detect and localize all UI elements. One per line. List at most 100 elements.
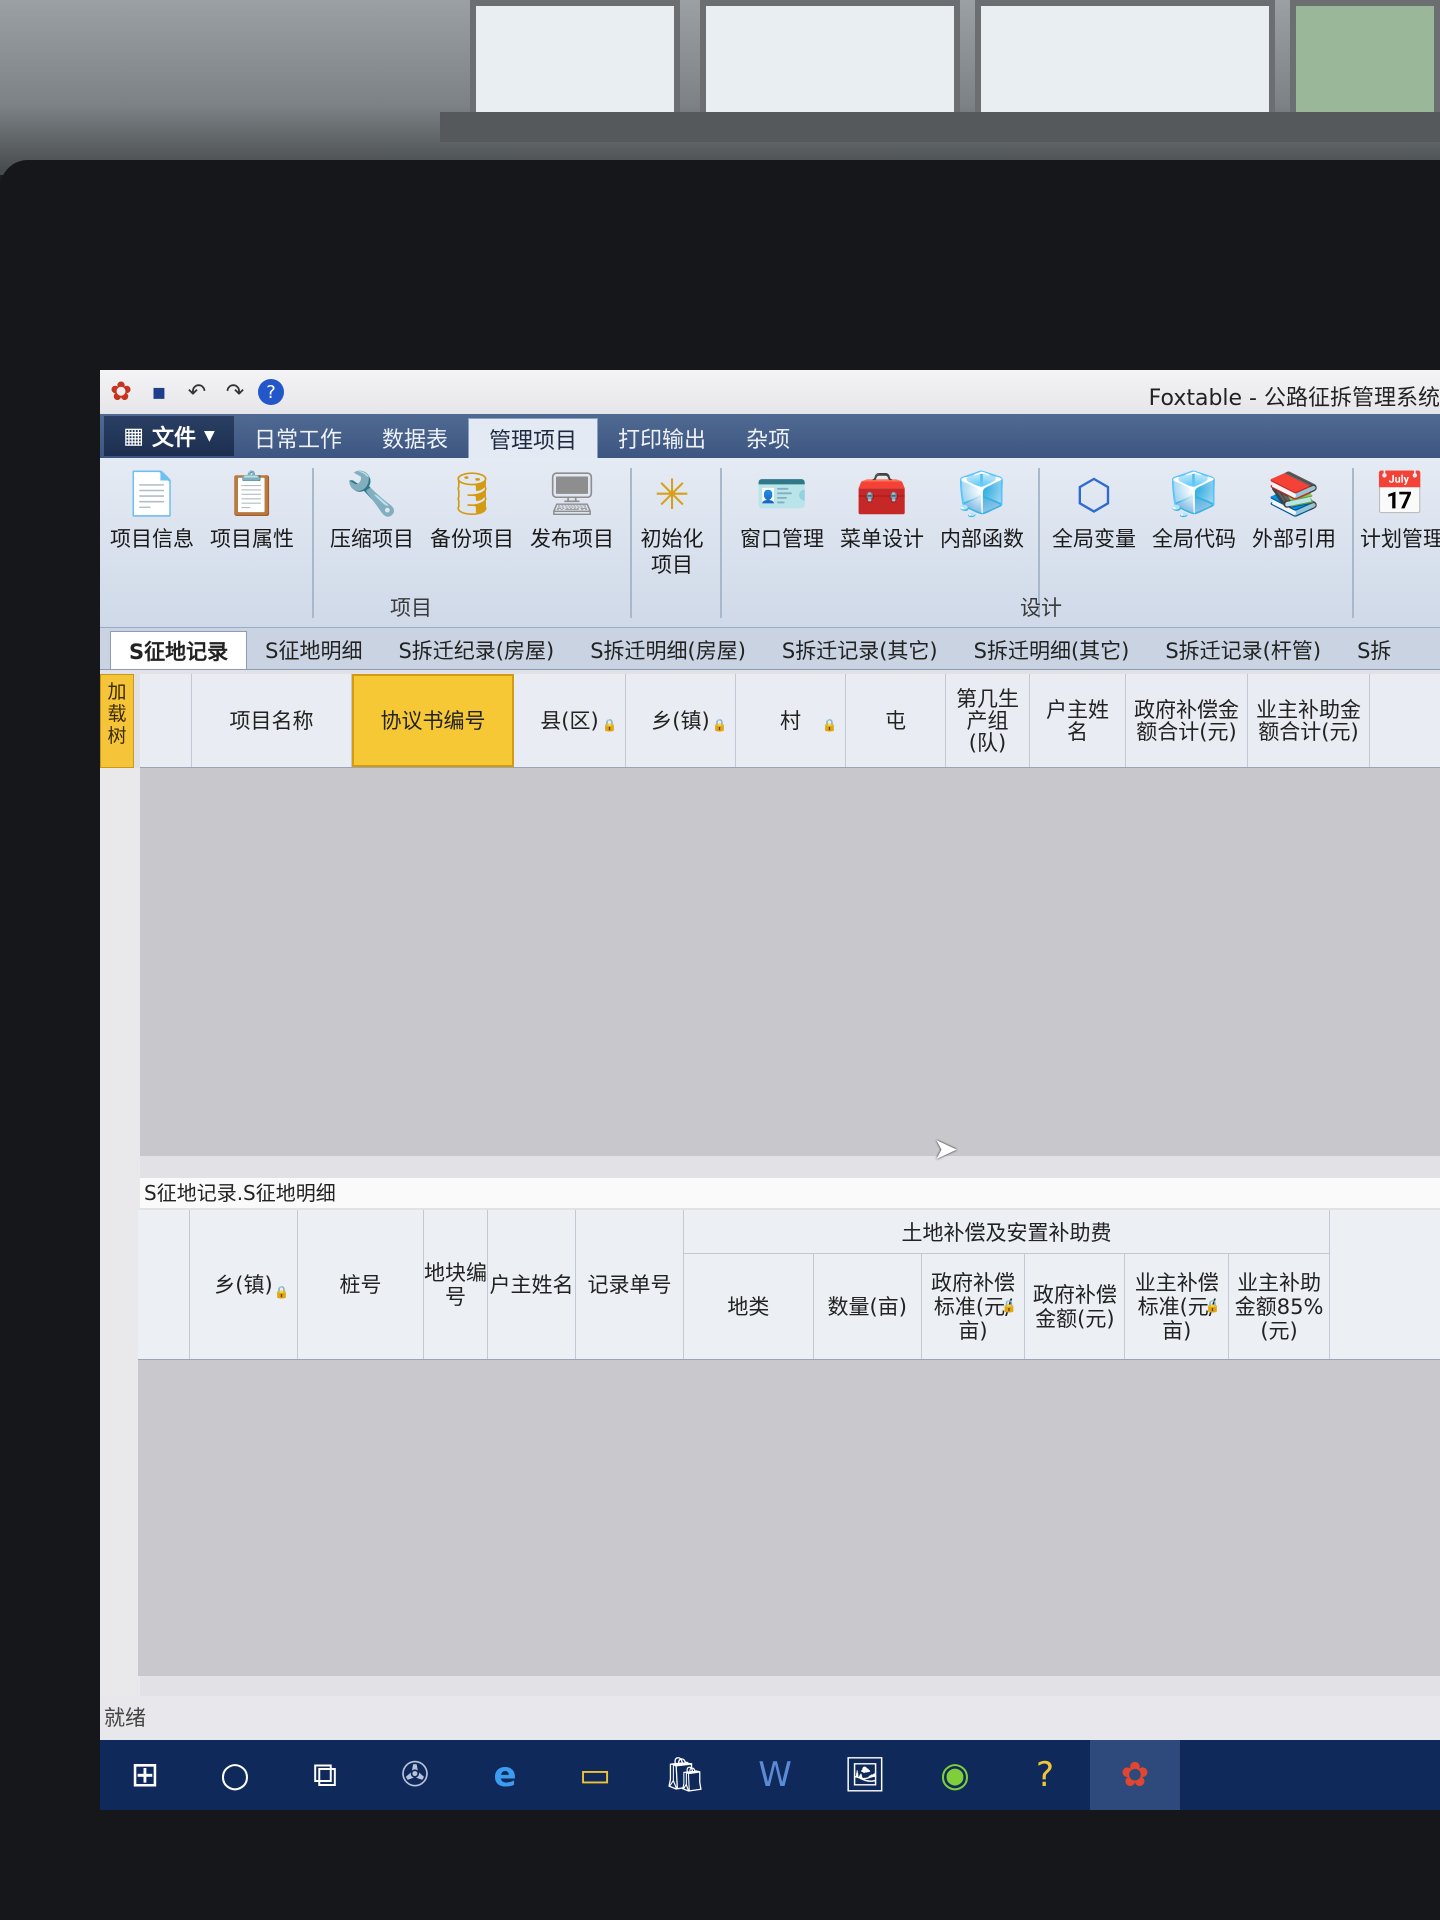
redo-icon[interactable]: ↷ <box>220 377 250 407</box>
menu-design-button[interactable]: 🧰 菜单设计 <box>834 464 930 552</box>
tab-land-detail[interactable]: S征地明细 <box>247 631 380 669</box>
column-header[interactable]: 户主姓名 <box>488 1210 576 1359</box>
column-header[interactable]: 地块编号 <box>424 1210 488 1359</box>
tab-overflow[interactable]: S拆 <box>1339 631 1409 669</box>
column-header[interactable] <box>1370 674 1440 767</box>
column-header[interactable]: 桩号 <box>298 1210 424 1359</box>
column-header-label: 村 <box>780 708 801 733</box>
column-header[interactable]: 第几生产组(队) <box>946 674 1030 767</box>
tab-misc[interactable]: 杂项 <box>726 418 810 458</box>
photo-app-icon[interactable]: 🖼 <box>820 1740 910 1810</box>
button-label: 项目信息 <box>110 527 194 551</box>
background-window <box>700 0 960 120</box>
column-header[interactable]: 村 🔒 <box>736 674 846 767</box>
button-label: 计划管理 <box>1360 527 1440 551</box>
windows-start-icon[interactable]: ⊞ <box>100 1740 190 1810</box>
tab-manage-project[interactable]: 管理项目 <box>468 418 599 458</box>
external-reference-button[interactable]: 📚 外部引用 <box>1246 464 1342 552</box>
column-header[interactable]: 乡(镇) 🔒 <box>626 674 736 767</box>
column-header[interactable]: 户主姓名 <box>1030 674 1126 767</box>
row-selector-header[interactable] <box>140 674 192 767</box>
tools-icon: 🔧 <box>345 469 399 518</box>
initialize-project-button[interactable]: ✳ 初始化项目 <box>632 464 712 578</box>
database-disk-icon: 🛢 <box>445 469 499 518</box>
cortana-circle-icon[interactable]: ○ <box>190 1740 280 1810</box>
foxtable-logo-icon[interactable]: ✿ <box>106 377 136 407</box>
backup-project-button[interactable]: 🛢 备份项目 <box>424 464 520 552</box>
background-window <box>1290 0 1440 120</box>
properties-icon: 📋 <box>225 469 279 518</box>
code-cubes-icon: 🧊 <box>1167 469 1221 518</box>
internal-function-button[interactable]: 🧊 内部函数 <box>934 464 1030 552</box>
main-table: 项目名称 协议书编号 县(区) 🔒 乡(镇) 🔒 村 🔒 屯 第几生产组(队) 户主姓… <box>140 674 1440 1156</box>
green-browser-icon[interactable]: ◉ <box>910 1740 1000 1810</box>
app-screen: ✿ ▪ ↶ ↷ ? Foxtable - 公路征拆管理系统 ▦ 文件 ▼ 日常工… <box>100 370 1440 1810</box>
tab-daily-work[interactable]: 日常工作 <box>234 418 362 458</box>
window-manager-button[interactable]: 🪪 窗口管理 <box>734 464 830 552</box>
global-variable-button[interactable]: ⬡ 全局变量 <box>1046 464 1142 552</box>
toolbox-icon: 🧰 <box>855 469 909 518</box>
tab-house-detail[interactable]: S拆迁明细(房屋) <box>572 631 764 669</box>
column-header[interactable]: 屯 <box>846 674 946 767</box>
column-header[interactable]: 县(区) 🔒 <box>514 674 626 767</box>
store-icon[interactable]: 🛍 <box>640 1740 730 1810</box>
column-header[interactable]: 地类 <box>684 1254 814 1359</box>
column-group-columns: 地类 数量(亩) 政府补偿标准(元/亩) 🔒 政府补偿金额(元) 业主补偿标准(元… <box>684 1254 1329 1359</box>
ribbon-tab-bar: ▦ 文件 ▼ 日常工作 数据表 管理项目 打印输出 杂项 <box>100 414 1440 458</box>
tab-pole-record[interactable]: S拆迁记录(杆管) <box>1147 631 1339 669</box>
row-selector-header[interactable] <box>138 1210 190 1359</box>
column-header[interactable]: 记录单号 <box>576 1210 684 1359</box>
word-icon[interactable]: W <box>730 1740 820 1810</box>
file-explorer-icon[interactable]: ▭ <box>550 1740 640 1810</box>
help-icon[interactable]: ? <box>258 379 284 405</box>
global-code-button[interactable]: 🧊 全局代码 <box>1146 464 1242 552</box>
column-header[interactable]: 数量(亩) <box>814 1254 922 1359</box>
button-label: 备份项目 <box>430 527 514 551</box>
tab-other-record[interactable]: S拆迁记录(其它) <box>764 631 956 669</box>
chevron-down-icon: ▼ <box>204 428 215 444</box>
load-tree-button[interactable]: 加载树 <box>100 674 134 768</box>
divider <box>1352 468 1354 618</box>
foxtable-app-icon[interactable]: ✿ <box>1090 1740 1180 1810</box>
button-label: 菜单设计 <box>840 527 924 551</box>
column-group-title[interactable]: 土地补偿及安置补助费 <box>684 1210 1329 1254</box>
lock-icon: 🔒 <box>274 1285 289 1299</box>
button-label: 初始化项目 <box>640 527 704 577</box>
detail-table-caption: S征地记录.S征地明细 <box>140 1178 1440 1208</box>
tab-other-detail[interactable]: S拆迁明细(其它) <box>956 631 1148 669</box>
project-properties-button[interactable]: 📋 项目属性 <box>204 464 300 552</box>
column-header[interactable]: 政府补偿金额合计(元) <box>1126 674 1248 767</box>
button-label: 项目属性 <box>210 527 294 551</box>
ribbon-panel: 📄 项目信息 📋 项目属性 🔧 压缩项目 🛢 备份项目 🖥 发布项目 ✳ 初始化… <box>100 458 1440 628</box>
tab-house-record[interactable]: S拆迁纪录(房屋) <box>380 631 572 669</box>
edge-browser-icon[interactable]: e <box>460 1740 550 1810</box>
plan-management-button[interactable]: 📅 计划管理 <box>1360 464 1440 552</box>
detail-table-body[interactable] <box>138 1360 1440 1676</box>
window-sill <box>440 112 1440 142</box>
project-info-button[interactable]: 📄 项目信息 <box>104 464 200 552</box>
file-menu-button[interactable]: ▦ 文件 ▼ <box>104 416 234 456</box>
compress-project-button[interactable]: 🔧 压缩项目 <box>324 464 420 552</box>
column-header[interactable]: 乡(镇) 🔒 <box>190 1210 298 1359</box>
tab-land-record[interactable]: S征地记录 <box>110 631 248 669</box>
tab-data-table[interactable]: 数据表 <box>362 418 468 458</box>
undo-icon[interactable]: ↶ <box>182 377 212 407</box>
help-icon[interactable]: ? <box>1000 1740 1090 1810</box>
column-header[interactable]: 业主补助金额合计(元) <box>1248 674 1370 767</box>
column-header-selected[interactable]: 协议书编号 <box>352 674 514 767</box>
column-header[interactable]: 政府补偿金额(元) <box>1025 1254 1126 1359</box>
windows-taskbar: ⊞ ○ ⧉ ✇ e ▭ 🛍 W 🖼 ◉ ? ✿ <box>100 1740 1440 1810</box>
task-view-icon[interactable]: ⧉ <box>280 1740 370 1810</box>
column-header[interactable]: 项目名称 <box>192 674 352 767</box>
publish-project-button[interactable]: 🖥 发布项目 <box>524 464 620 552</box>
lock-icon: 🔒 <box>1001 1299 1017 1313</box>
column-header[interactable]: 业主补助金额85%(元) <box>1229 1254 1329 1359</box>
column-header[interactable]: 业主补偿标准(元/亩) 🔒 <box>1125 1254 1230 1359</box>
network-nodes-icon: ⬡ <box>1075 469 1113 519</box>
save-icon[interactable]: ▪ <box>144 377 174 407</box>
fan-app-icon[interactable]: ✇ <box>370 1740 460 1810</box>
tab-print-output[interactable]: 打印输出 <box>598 418 726 458</box>
main-table-body[interactable] <box>140 768 1440 1156</box>
column-header[interactable]: 政府补偿标准(元/亩) 🔒 <box>922 1254 1026 1359</box>
column-header-label: 县(区) <box>540 708 599 733</box>
